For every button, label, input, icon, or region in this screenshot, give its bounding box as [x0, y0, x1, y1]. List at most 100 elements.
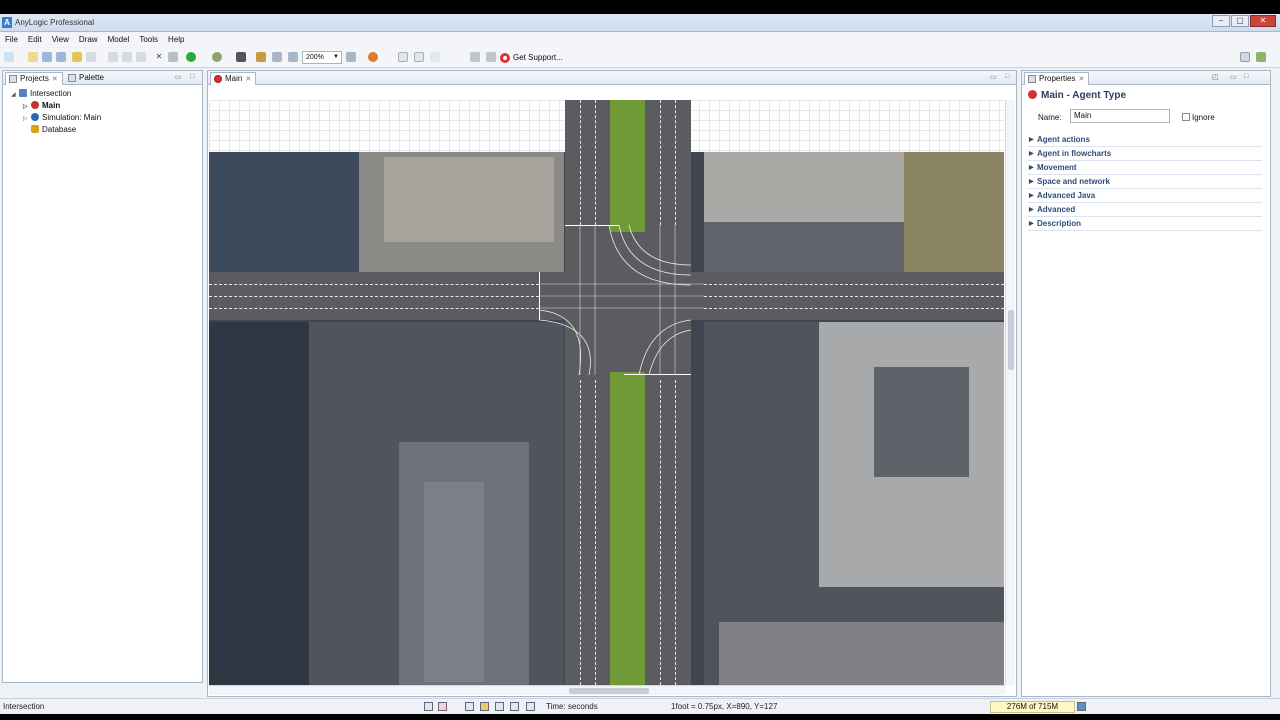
menu-view[interactable]: View: [47, 33, 74, 47]
tree-item-intersection[interactable]: ◢ Intersection: [11, 88, 71, 100]
color-icon[interactable]: [368, 52, 378, 62]
agent-icon: [1028, 90, 1037, 99]
lane-marking: [595, 380, 596, 685]
menu-help[interactable]: Help: [163, 33, 189, 47]
tab-projects[interactable]: Projects ✕: [5, 72, 63, 85]
section-movement[interactable]: ▶ Movement: [1028, 162, 1262, 175]
connect-tool-icon[interactable]: [495, 702, 504, 711]
menu-edit[interactable]: Edit: [23, 33, 47, 47]
anylogic-logo-icon: A: [2, 17, 12, 28]
select-tool-icon[interactable]: [465, 702, 474, 711]
status-coordinates: 1foot = 0.75px, X=890, Y=127: [671, 702, 778, 711]
tab-properties-label: Properties: [1039, 74, 1076, 83]
print-icon[interactable]: [168, 52, 178, 62]
expand-arrow-icon: ▶: [1029, 207, 1034, 213]
tab-palette[interactable]: Palette: [65, 72, 108, 85]
new-icon[interactable]: [4, 52, 14, 62]
menu-draw[interactable]: Draw: [74, 33, 103, 47]
lane-marking: [704, 296, 1004, 297]
export-icon[interactable]: [486, 52, 496, 62]
zoom-fit-icon[interactable]: [272, 52, 282, 62]
pin-icon[interactable]: ◰: [1212, 73, 1219, 81]
section-agent-in-flowcharts[interactable]: ▶ Agent in flowcharts: [1028, 148, 1262, 161]
menu-tools[interactable]: Tools: [134, 33, 163, 47]
debug-icon[interactable]: [212, 52, 222, 62]
zoom-in-icon[interactable]: [346, 52, 356, 62]
maximize-panel-icon[interactable]: □: [1005, 73, 1009, 80]
lane-marking: [704, 308, 1004, 309]
cut-icon[interactable]: [108, 52, 118, 62]
tab-main[interactable]: Main ✕: [210, 72, 257, 85]
expand-arrow-icon: ▶: [1029, 165, 1034, 171]
maximize-button[interactable]: ▢: [1231, 15, 1249, 27]
lane-marking: [595, 100, 596, 225]
run-perspective-icon[interactable]: [1256, 52, 1266, 62]
close-icon[interactable]: ✕: [245, 76, 251, 83]
layout-icon[interactable]: [430, 52, 440, 62]
maximize-panel-icon[interactable]: □: [190, 73, 194, 80]
checkbox-icon[interactable]: [1182, 113, 1190, 121]
menu-model[interactable]: Model: [103, 33, 135, 47]
maximize-panel-icon[interactable]: □: [1244, 73, 1248, 80]
canvas-vertical-scrollbar[interactable]: [1005, 100, 1015, 685]
tree-item-label: Database: [42, 125, 77, 134]
minimize-panel-icon[interactable]: ▭: [1230, 73, 1237, 81]
tool-icon[interactable]: [470, 52, 480, 62]
zoom-out-icon[interactable]: [288, 52, 298, 62]
zoom-select[interactable]: 200% ▼: [302, 51, 342, 64]
redo-icon[interactable]: [86, 52, 96, 62]
measure-tool-icon[interactable]: [526, 702, 535, 711]
collapse-arrow-icon[interactable]: ◢: [11, 89, 19, 101]
minimize-button[interactable]: –: [1212, 15, 1230, 27]
tree-item-main[interactable]: ▷ Main: [23, 100, 60, 112]
section-advanced[interactable]: ▶ Advanced: [1028, 204, 1262, 217]
menu-file[interactable]: File: [0, 33, 23, 47]
close-icon[interactable]: ✕: [52, 76, 58, 83]
save-all-icon[interactable]: [56, 52, 66, 62]
run-icon[interactable]: [186, 52, 196, 62]
undo-icon[interactable]: [72, 52, 82, 62]
model-canvas[interactable]: [209, 100, 1004, 685]
section-description[interactable]: ▶ Description: [1028, 218, 1262, 231]
grid-tool-icon[interactable]: [510, 702, 519, 711]
copy-icon[interactable]: [122, 52, 132, 62]
tab-projects-label: Projects: [20, 74, 49, 83]
tab-properties[interactable]: Properties ✕: [1024, 72, 1090, 85]
delete-icon[interactable]: ✕: [154, 52, 164, 62]
scroll-thumb[interactable]: [569, 688, 649, 694]
color-tool-icon[interactable]: [480, 702, 489, 711]
status-icon[interactable]: [438, 702, 447, 711]
minimize-panel-icon[interactable]: ▭: [175, 73, 182, 81]
minimize-panel-icon[interactable]: ▭: [990, 73, 997, 81]
agent-icon: [31, 101, 39, 109]
name-field[interactable]: Main: [1070, 109, 1170, 123]
build-icon[interactable]: [256, 52, 266, 62]
save-icon[interactable]: [42, 52, 52, 62]
scroll-thumb[interactable]: [1008, 310, 1014, 370]
tree-item-database[interactable]: Database: [23, 124, 76, 136]
status-icon[interactable]: [424, 702, 433, 711]
canvas-horizontal-scrollbar[interactable]: [209, 685, 1005, 695]
trash-icon[interactable]: [1077, 702, 1086, 711]
status-selection: Intersection: [3, 702, 45, 711]
tree-item-simulation[interactable]: ▷ Simulation: Main: [23, 112, 101, 124]
get-support-button[interactable]: Get Support...: [500, 50, 563, 65]
paste-icon[interactable]: [136, 52, 146, 62]
ignore-checkbox[interactable]: Ignore: [1182, 113, 1215, 122]
section-advanced-java[interactable]: ▶ Advanced Java: [1028, 190, 1262, 203]
expand-arrow-icon: ▶: [1029, 193, 1034, 199]
section-label: Movement: [1037, 163, 1077, 172]
grid-icon[interactable]: [398, 52, 408, 62]
snap-icon[interactable]: [414, 52, 424, 62]
section-agent-actions[interactable]: ▶ Agent actions: [1028, 134, 1262, 147]
perspective-icon[interactable]: [1240, 52, 1250, 62]
section-label: Advanced: [1037, 205, 1076, 214]
stop-icon[interactable]: [236, 52, 246, 62]
close-button[interactable]: ✕: [1250, 15, 1276, 27]
section-space-and-network[interactable]: ▶ Space and network: [1028, 176, 1262, 189]
projects-icon: [9, 75, 17, 83]
properties-panel: Properties ✕ ◰ ▭ □ Main - Agent Type Name…: [1021, 70, 1271, 697]
expand-arrow-icon: ▶: [1029, 179, 1034, 185]
close-icon[interactable]: ✕: [1078, 76, 1084, 83]
open-icon[interactable]: [28, 52, 38, 62]
